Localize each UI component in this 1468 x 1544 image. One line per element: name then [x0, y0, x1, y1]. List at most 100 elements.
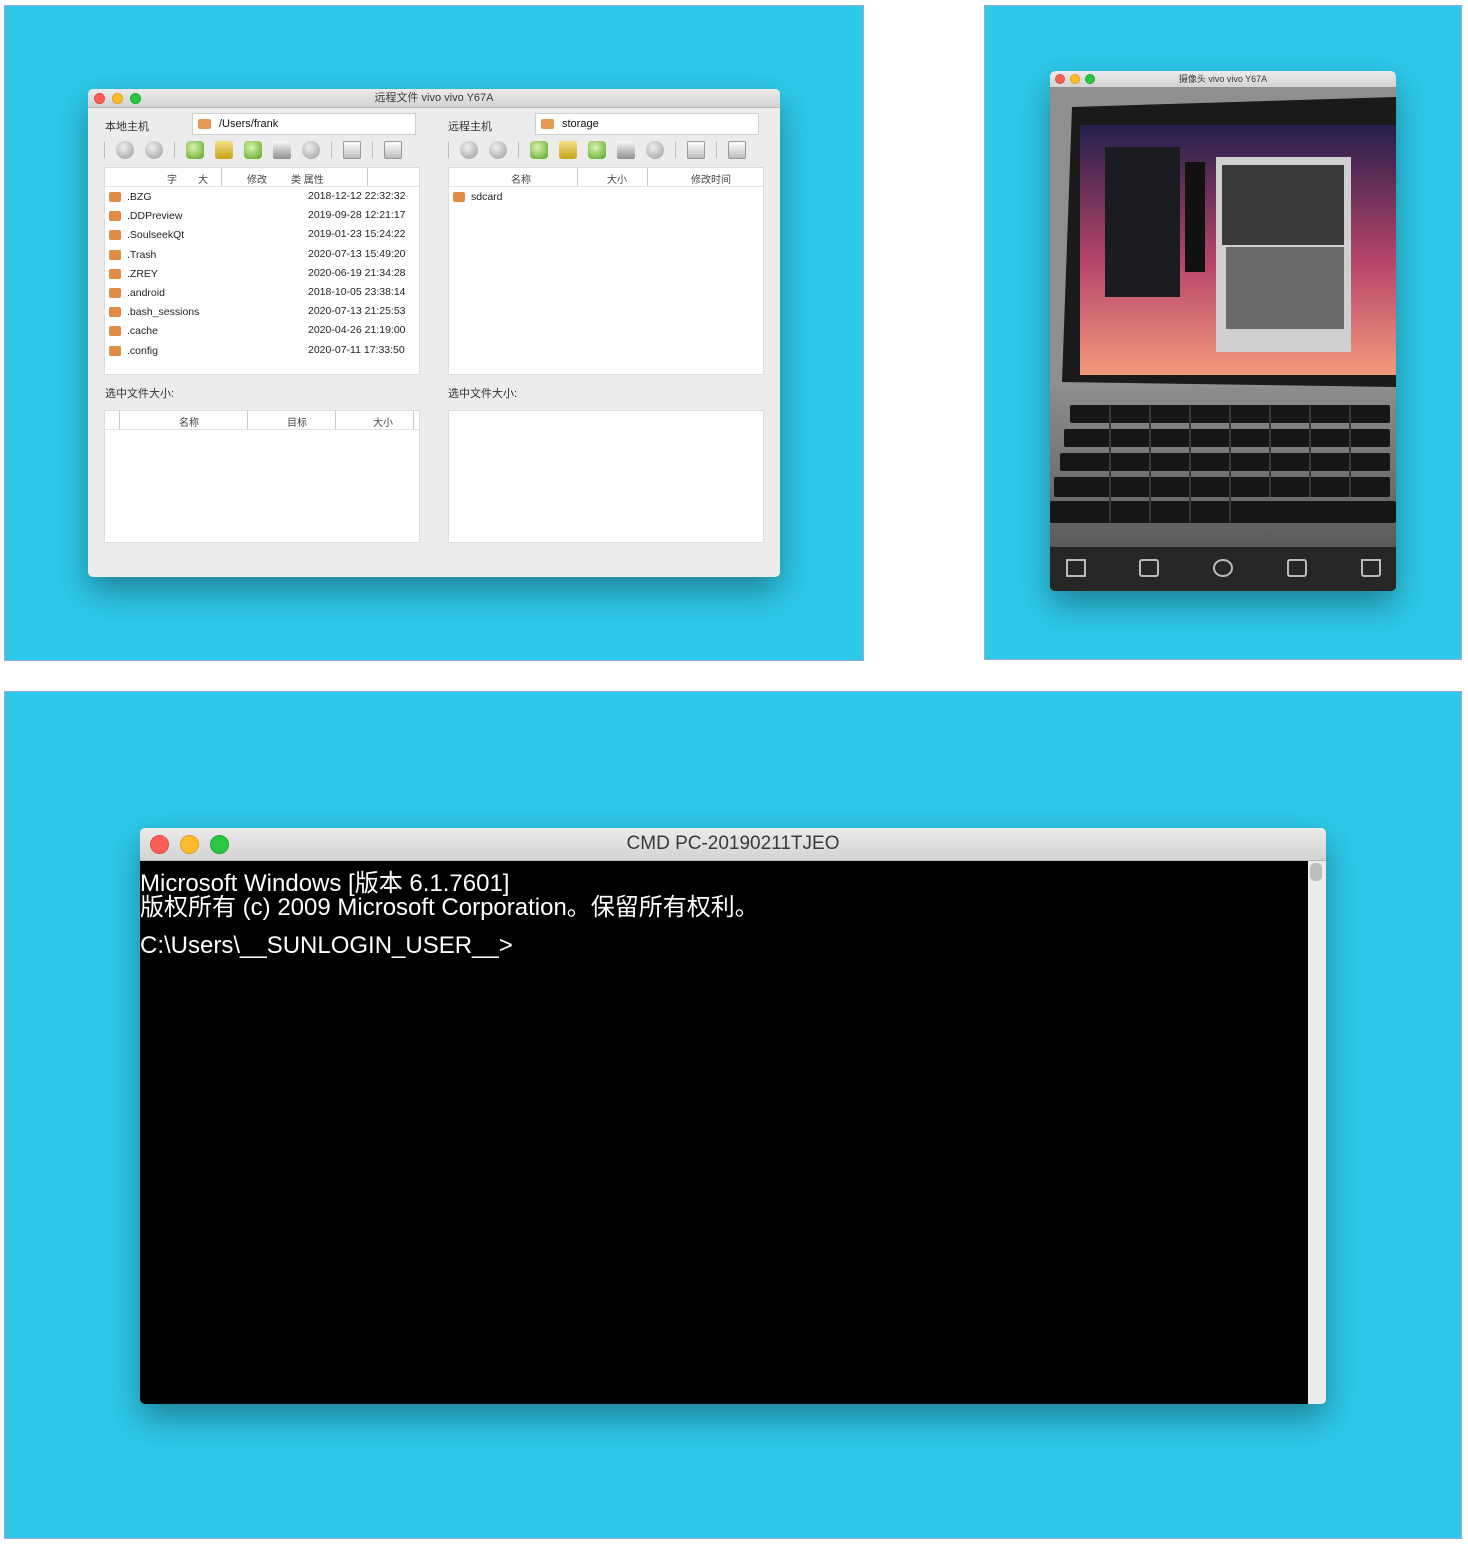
- file-window: 远程文件 vivo vivo Y67A 本地主机 /Users/frank 字: [88, 89, 780, 577]
- remote-path-value: storage: [562, 118, 599, 130]
- list-item[interactable]: sdcard: [449, 187, 763, 206]
- transfer-queue[interactable]: 名称 目标 大小: [104, 410, 420, 543]
- forward-icon[interactable]: [489, 141, 507, 159]
- column-size[interactable]: 大小: [607, 171, 627, 186]
- file-modified: 2020-07-13 15:49:20: [308, 247, 406, 260]
- column-size[interactable]: 大: [198, 171, 208, 186]
- column-divider: [221, 168, 222, 186]
- print-icon[interactable]: [617, 141, 635, 159]
- close-button[interactable]: [94, 93, 105, 104]
- camera-window: 摄像头 vivo vivo Y67A: [1050, 71, 1396, 591]
- delete-icon[interactable]: [302, 141, 320, 159]
- print-icon[interactable]: [273, 141, 291, 159]
- column-divider: [647, 168, 648, 186]
- file-window-panel: 远程文件 vivo vivo Y67A 本地主机 /Users/frank 字: [4, 5, 864, 661]
- scrollbar-thumb[interactable]: [1310, 863, 1322, 881]
- file-modified: 2020-07-13 21:25:53: [308, 305, 406, 318]
- terminal-output[interactable]: Microsoft Windows [版本 6.1.7601] 版权所有 (c)…: [140, 861, 1308, 1404]
- transfer-icon[interactable]: [384, 141, 402, 159]
- local-list-header: 字 大 修改 类 属性: [105, 168, 419, 187]
- download-icon[interactable]: [687, 141, 705, 159]
- file-name: .DDPreview: [127, 210, 183, 223]
- zoom-button[interactable]: [1085, 74, 1095, 84]
- file-window-title: 远程文件 vivo vivo Y67A: [374, 92, 494, 104]
- column-modified[interactable]: 修改时间: [691, 171, 731, 186]
- folder-icon: [109, 211, 121, 222]
- resize-icon[interactable]: [1287, 559, 1307, 577]
- remote-file-list[interactable]: 名称 大小 修改时间 sdcard: [448, 167, 764, 375]
- transfer-column-target[interactable]: 目标: [287, 414, 307, 429]
- cmd-window-titlebar: CMD PC-20190211TJEO: [140, 828, 1326, 861]
- column-name[interactable]: 字: [167, 171, 177, 186]
- file-name: .Trash: [127, 248, 157, 261]
- zoom-button[interactable]: [130, 93, 141, 104]
- close-button[interactable]: [150, 835, 169, 854]
- remote-host-label: 远程主机: [448, 121, 492, 133]
- rotate-icon[interactable]: [1213, 559, 1233, 577]
- refresh-icon[interactable]: [186, 141, 204, 159]
- scrollbar-track[interactable]: [1308, 861, 1326, 1404]
- new-folder-icon[interactable]: [588, 141, 606, 159]
- folder-icon: [109, 230, 121, 241]
- file-name: .config: [127, 344, 158, 357]
- list-item[interactable]: .BZG 2018-12-12 22:32:32: [105, 187, 419, 206]
- column-modified[interactable]: 修改: [247, 171, 267, 186]
- toolbar-separator: [675, 142, 676, 158]
- list-item[interactable]: .Trash 2020-07-13 15:49:20: [105, 245, 419, 264]
- column-attrs[interactable]: 类 属性: [291, 171, 324, 186]
- list-item[interactable]: .ZREY 2020-06-19 21:34:28: [105, 264, 419, 283]
- column-name[interactable]: 名称: [511, 171, 531, 186]
- crop-icon[interactable]: [1066, 559, 1086, 577]
- list-item[interactable]: .bash_sessions 2020-07-13 21:25:53: [105, 302, 419, 321]
- local-file-list[interactable]: 字 大 修改 类 属性 .BZG 2018-12-12 22:32:32 .DDPr…: [104, 167, 420, 375]
- file-modified: 2018-12-12 22:32:32: [308, 190, 406, 202]
- column-divider: [119, 411, 120, 429]
- list-item[interactable]: .config 2020-07-11 17:33:50: [105, 341, 419, 360]
- camera-icon[interactable]: [1139, 559, 1159, 577]
- file-name: .SoulseekQt: [127, 229, 185, 242]
- local-path-value: /Users/frank: [219, 118, 279, 130]
- parent-folder-icon[interactable]: [559, 141, 577, 159]
- camera-window-panel: 摄像头 vivo vivo Y67A: [984, 5, 1462, 660]
- parent-folder-icon[interactable]: [215, 141, 233, 159]
- remote-path-field[interactable]: storage: [535, 113, 759, 135]
- command-prompt: C:\Users\__SUNLOGIN_USER__>: [140, 932, 513, 959]
- list-item[interactable]: .DDPreview 2019-09-28 12:21:17: [105, 206, 419, 225]
- transfer-icon[interactable]: [728, 141, 746, 159]
- remote-list-header: 名称 大小 修改时间: [449, 168, 763, 187]
- column-divider: [247, 411, 248, 429]
- terminal-line: 版权所有 (c) 2009 Microsoft Corporation。保留所有…: [140, 894, 759, 921]
- refresh-icon[interactable]: [530, 141, 548, 159]
- new-folder-icon[interactable]: [244, 141, 262, 159]
- close-button[interactable]: [1055, 74, 1065, 84]
- folder-icon: [109, 192, 121, 202]
- list-item[interactable]: .android 2018-10-05 23:38:14: [105, 283, 419, 302]
- folder-icon: [109, 288, 121, 298]
- upload-icon[interactable]: [343, 141, 361, 159]
- remote-toolbar: [448, 139, 757, 161]
- flip-icon[interactable]: [1361, 559, 1381, 577]
- column-divider: [367, 168, 368, 186]
- list-item[interactable]: .SoulseekQt 2019-01-23 15:24:22: [105, 225, 419, 244]
- back-icon[interactable]: [116, 141, 134, 159]
- remote-transfer-area[interactable]: [448, 410, 764, 543]
- file-modified: 2018-10-05 23:38:14: [308, 286, 406, 298]
- transfer-header: 名称 目标 大小: [105, 411, 419, 430]
- forward-icon[interactable]: [145, 141, 163, 159]
- transfer-column-size[interactable]: 大小: [373, 414, 393, 429]
- minimize-button[interactable]: [1070, 74, 1080, 84]
- folder-icon: [109, 307, 121, 318]
- file-name: .cache: [127, 325, 158, 338]
- minimize-button[interactable]: [180, 835, 199, 854]
- file-modified: 2020-06-19 21:34:28: [308, 266, 406, 279]
- cmd-window-panel: CMD PC-20190211TJEO Microsoft Windows [版…: [4, 691, 1462, 1539]
- delete-icon[interactable]: [646, 141, 664, 159]
- list-item[interactable]: .cache 2020-04-26 21:19:00: [105, 321, 419, 340]
- local-path-field[interactable]: /Users/frank: [192, 113, 416, 135]
- folder-icon: [453, 192, 465, 202]
- back-icon[interactable]: [460, 141, 478, 159]
- minimize-button[interactable]: [112, 93, 123, 104]
- toolbar-separator: [518, 142, 519, 158]
- zoom-button[interactable]: [210, 835, 229, 854]
- transfer-column-name[interactable]: 名称: [179, 414, 199, 429]
